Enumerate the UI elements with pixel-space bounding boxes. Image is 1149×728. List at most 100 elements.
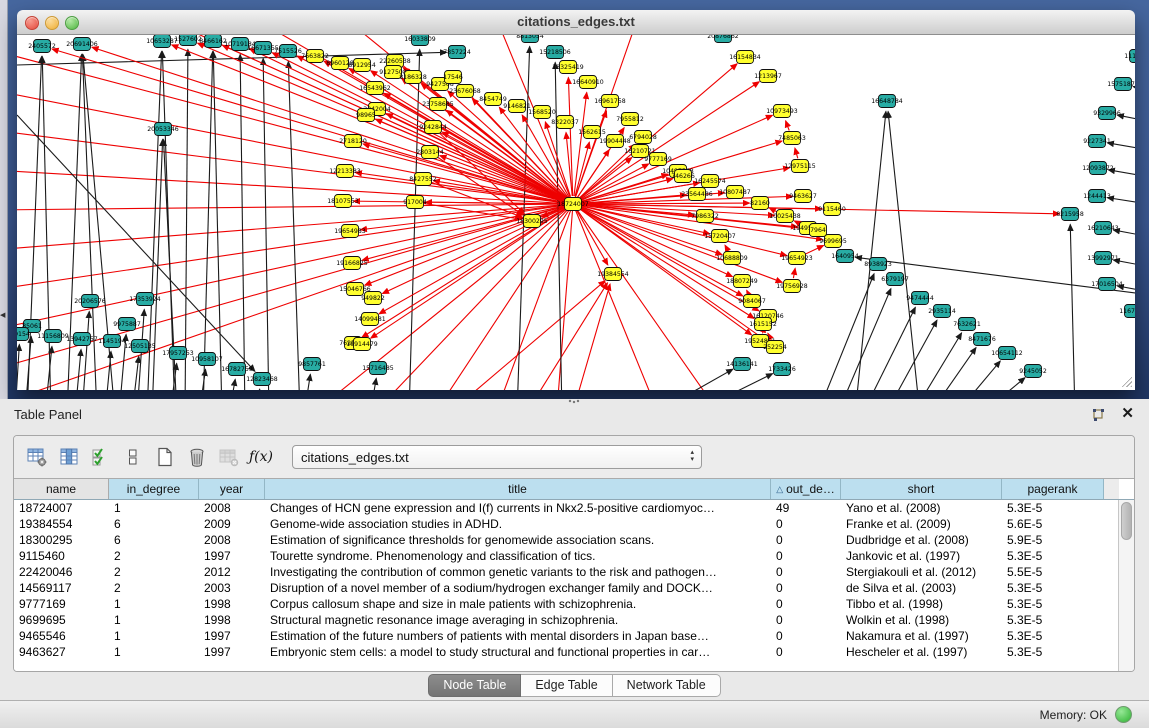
table-cell[interactable]: Tibbo et al. (1998) (841, 596, 1002, 612)
graph-node[interactable]: 15218506 (539, 46, 571, 59)
table-cell[interactable]: 5.6E-5 (1002, 516, 1104, 532)
table-row[interactable]: 969969511998Structural magnetic resonanc… (14, 612, 1134, 628)
table-cell[interactable]: Tourette syndrome. Phenomenology and cla… (265, 548, 771, 564)
table-select-dropdown[interactable]: citations_edges.txt ▴▾ (292, 445, 702, 469)
graph-node[interactable]: 17957253 (162, 347, 194, 360)
graph-node[interactable]: 8813054 (516, 35, 544, 43)
graph-node[interactable]: 917004 (403, 196, 427, 209)
graph-node[interactable]: 16961758 (594, 95, 626, 108)
graph-node[interactable]: 10654112 (991, 347, 1023, 360)
table-cell[interactable]: de Silva et al. (2003) (841, 580, 1002, 596)
vertical-scrollbar[interactable] (1118, 500, 1134, 672)
table-cell[interactable]: 1 (109, 500, 199, 516)
tab-edge-table[interactable]: Edge Table (521, 674, 612, 697)
table-cell[interactable]: 1998 (199, 596, 265, 612)
table-cell[interactable]: 9115460 (14, 548, 109, 564)
graph-node[interactable]: 12093872 (1082, 162, 1114, 175)
new-document-icon[interactable] (152, 444, 178, 470)
table-cell[interactable]: 5.3E-5 (1002, 628, 1104, 644)
graph-node[interactable]: 20053346 (147, 123, 179, 136)
graph-node[interactable]: 9329966 (1093, 107, 1121, 120)
table-cell[interactable]: Jankovic et al. (1997) (841, 548, 1002, 564)
column-header-short[interactable]: short (841, 479, 1002, 499)
graph-node[interactable]: 17546 (443, 71, 463, 84)
table-cell[interactable]: 0 (771, 564, 841, 580)
table-cell[interactable]: Yano et al. (2008) (841, 500, 1002, 516)
graph-node[interactable]: 252254 (763, 341, 787, 354)
table-cell[interactable]: 22420046 (14, 564, 109, 580)
graph-node[interactable]: 746266 (671, 170, 695, 183)
graph-node[interactable]: 2718120 (339, 135, 367, 148)
table-cell[interactable]: 0 (771, 644, 841, 660)
graph-node[interactable]: 14099481 (354, 313, 386, 326)
network-canvas[interactable]: 2405572206914061065328715276028466162107… (17, 35, 1135, 390)
table-row[interactable]: 977716911998Corpus callosum shape and si… (14, 596, 1134, 612)
graph-node[interactable]: 7485063 (778, 132, 806, 145)
table-cell[interactable]: 1998 (199, 612, 265, 628)
table-row[interactable]: 1872400712008Changes of HCN gene express… (14, 500, 1134, 516)
table-cell[interactable]: 49 (771, 500, 841, 516)
column-header-name[interactable]: name (14, 479, 109, 499)
graph-node[interactable]: 9463627 (789, 190, 817, 203)
table-row[interactable]: 2242004622012Investigating the contribut… (14, 564, 1134, 580)
collapse-arrow-icon[interactable]: ◀ (0, 312, 5, 319)
graph-node[interactable]: 7955812 (616, 113, 644, 126)
table-cell[interactable]: 5.3E-5 (1002, 612, 1104, 628)
graph-node[interactable]: 1640954 (831, 250, 859, 263)
table-cell[interactable]: 5.3E-5 (1002, 644, 1104, 660)
column-header-in_degree[interactable]: in_degree (109, 479, 199, 499)
graph-node[interactable]: 20206576 (74, 295, 106, 308)
graph-node[interactable]: 1167531 (1119, 305, 1135, 318)
graph-node[interactable]: 15716485 (362, 362, 394, 375)
table-cell[interactable]: 1 (109, 596, 199, 612)
function-builder-icon[interactable]: ƒ(x) (248, 444, 274, 470)
table-cell[interactable]: 5.5E-5 (1002, 564, 1104, 580)
table-cell[interactable]: 1 (109, 644, 199, 660)
table-cell[interactable]: 9777169 (14, 596, 109, 612)
table-cell[interactable]: 9699695 (14, 612, 109, 628)
table-cell[interactable]: Corpus callosum shape and size in male p… (265, 596, 771, 612)
graph-node[interactable]: 16640910 (572, 76, 604, 89)
table-cell[interactable]: 1997 (199, 548, 265, 564)
table-cell[interactable]: 0 (771, 628, 841, 644)
table-cell[interactable]: 6 (109, 516, 199, 532)
float-window-icon[interactable] (1091, 407, 1107, 423)
table-cell[interactable]: Estimation of the future numbers of pati… (265, 628, 771, 644)
trash-icon[interactable] (184, 444, 210, 470)
table-cell[interactable]: 1997 (199, 644, 265, 660)
select-checks-icon[interactable] (88, 444, 114, 470)
graph-node[interactable]: 98965 (356, 109, 376, 122)
table-cell[interactable]: Wolkin et al. (1998) (841, 612, 1002, 628)
graph-node[interactable]: 10958107 (191, 353, 223, 366)
graph-node[interactable]: 19384554 (597, 268, 629, 281)
graph-node[interactable]: 16210643 (1087, 222, 1119, 235)
graph-node[interactable]: 7964 (810, 224, 827, 237)
graph-node[interactable]: 1527602 (174, 35, 202, 46)
tab-node-table[interactable]: Node Table (428, 674, 521, 697)
table-cell[interactable]: 0 (771, 532, 841, 548)
graph-node[interactable]: 20876862 (707, 35, 739, 43)
table-cell[interactable]: Dudbridge et al. (2008) (841, 532, 1002, 548)
table-cell[interactable]: 14569117 (14, 580, 109, 596)
table-cell[interactable]: Disruption of a novel member of a sodium… (265, 580, 771, 596)
graph-node[interactable]: 12823468 (246, 373, 278, 386)
graph-node[interactable]: 9857761 (298, 358, 326, 371)
graph-node[interactable]: 8471676 (968, 333, 996, 346)
table-cell[interactable]: Structural magnetic resonance image aver… (265, 612, 771, 628)
table-cell[interactable]: 9463627 (14, 644, 109, 660)
column-header-pagerank[interactable]: pagerank (1002, 479, 1104, 499)
table-cell[interactable]: 2003 (199, 580, 265, 596)
table-cell[interactable]: 9465546 (14, 628, 109, 644)
graph-node[interactable]: 20691406 (66, 38, 98, 51)
table-cell[interactable]: 1997 (199, 628, 265, 644)
table-cell[interactable]: Investigating the contribution of common… (265, 564, 771, 580)
table-cell[interactable]: 0 (771, 548, 841, 564)
graph-node[interactable]: 6794028 (629, 131, 657, 144)
graph-node[interactable]: 2935114 (928, 305, 956, 318)
table-row[interactable]: 1938455462009Genome-wide association stu… (14, 516, 1134, 532)
table-row[interactable]: 946362711997Embryonic stem cells: a mode… (14, 644, 1134, 660)
table-cell[interactable]: 2 (109, 580, 199, 596)
graph-node[interactable]: 9474444 (906, 292, 934, 305)
table-cell[interactable]: 19384554 (14, 516, 109, 532)
table-cell[interactable]: 2008 (199, 500, 265, 516)
